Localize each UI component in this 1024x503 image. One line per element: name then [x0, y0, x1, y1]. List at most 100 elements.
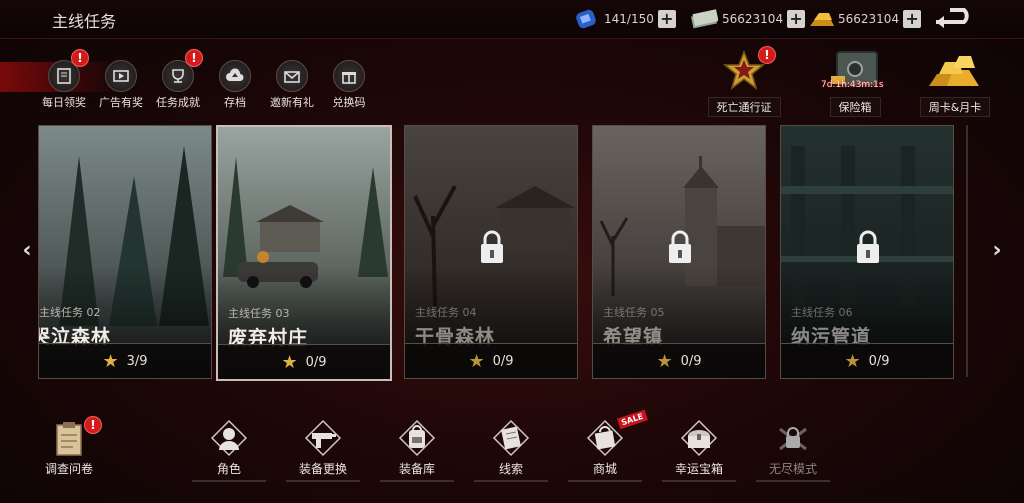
lucky-chest-icon	[680, 419, 718, 457]
video-ad-icon	[113, 70, 129, 82]
card-pack-button[interactable]: 周卡&月卡	[915, 48, 995, 117]
survey-clipboard-icon	[56, 422, 82, 456]
energy-counter: 141/150 +	[574, 6, 676, 32]
energy-can-icon	[576, 9, 596, 29]
endless-mode-button[interactable]: 无尽模式	[748, 418, 838, 482]
alert-badge: !	[758, 46, 776, 64]
mission-number: 主线任务 05	[603, 306, 665, 319]
add-cash-button[interactable]: +	[787, 10, 806, 28]
star-count: 0/9	[305, 354, 327, 370]
achievements-label: 任务成就	[156, 96, 200, 109]
shop-button[interactable]: SALE 商城	[560, 409, 650, 482]
alert-badge: !	[84, 416, 102, 434]
daily-reward-icon	[57, 68, 71, 84]
cloud-save-button[interactable]: 存档	[205, 60, 265, 110]
star-icon: ★	[844, 350, 861, 372]
add-energy-button[interactable]: +	[657, 10, 676, 28]
survey-label: 调查问卷	[44, 462, 93, 476]
lucky-chest-label: 幸运宝箱	[674, 462, 723, 476]
armory-button[interactable]: 装备库	[372, 418, 462, 482]
lock-icon	[481, 230, 503, 263]
equipment-swap-button[interactable]: 装备更换	[278, 418, 368, 482]
cash-stack-icon	[691, 9, 718, 29]
character-label: 角色	[216, 462, 241, 476]
lock-icon	[669, 230, 691, 263]
backpack-icon	[398, 419, 436, 457]
death-pass-button[interactable]: ! 死亡通行证	[704, 46, 784, 117]
redeem-code-button[interactable]: 兑换码	[319, 60, 379, 110]
achievements-button[interactable]: ! 任务成就	[148, 49, 208, 110]
gold-bars-icon	[810, 13, 834, 26]
character-icon	[210, 419, 248, 457]
star-progress: ★ 3/9	[39, 343, 211, 378]
gift-code-icon	[342, 72, 356, 84]
star-icon: ★	[102, 350, 119, 372]
star-icon: ★	[656, 350, 673, 372]
cash-value: 56623104	[722, 12, 784, 26]
video-ad-label: 广告有奖	[99, 96, 143, 109]
survey-button[interactable]: ! 调查问卷	[24, 416, 114, 477]
weapon-swap-icon	[304, 419, 342, 457]
shop-label: 商城	[592, 462, 617, 476]
next-page-arrow[interactable]: ›	[988, 238, 1006, 264]
daily-reward-label: 每日领奖	[42, 96, 86, 109]
mission-card-04[interactable]: 主线任务 04 干骨森林 ★ 0/9	[404, 125, 578, 379]
star-count: 3/9	[126, 353, 148, 369]
daily-reward-button[interactable]: ! 每日领奖	[34, 49, 94, 110]
star-icon: ★	[468, 350, 485, 372]
page-title: 主线任务	[52, 12, 117, 31]
locked-crossed-guns-icon	[779, 427, 807, 451]
redeem-code-label: 兑换码	[332, 96, 366, 109]
death-pass-label: 死亡通行证	[707, 97, 781, 117]
back-button[interactable]	[930, 6, 976, 30]
star-progress: ★ 0/9	[218, 344, 390, 379]
lock-icon	[857, 230, 879, 263]
safe-box-label: 保险箱	[829, 97, 881, 117]
endless-mode-label: 无尽模式	[768, 462, 817, 476]
mission-card-06[interactable]: 主线任务 06 纳污管道 ★ 0/9	[780, 125, 954, 379]
star-progress: ★ 0/9	[405, 343, 577, 378]
invite-label: 邀新有礼	[270, 96, 314, 109]
video-ad-button[interactable]: 广告有奖	[91, 60, 151, 110]
mission-number: 主线任务 02	[39, 306, 101, 319]
trophy-icon	[172, 69, 184, 83]
mission-card-05[interactable]: 主线任务 05 希望镇 ★ 0/9	[592, 125, 766, 379]
star-count: 0/9	[868, 353, 890, 369]
character-button[interactable]: 角色	[184, 418, 274, 482]
gold-pile-icon	[929, 56, 979, 86]
mission-number: 主线任务 06	[791, 306, 853, 319]
invite-envelope-icon	[284, 71, 300, 83]
add-gold-button[interactable]: +	[903, 10, 922, 28]
cash-counter: 56623104 +	[690, 6, 806, 32]
gold-value: 56623104	[838, 12, 900, 26]
card-pack-label: 周卡&月卡	[919, 97, 991, 117]
invite-button[interactable]: 邀新有礼	[262, 60, 322, 110]
star-icon: ★	[281, 351, 298, 373]
equipment-swap-label: 装备更换	[298, 462, 347, 476]
star-count: 0/9	[680, 353, 702, 369]
mission-number: 主线任务 04	[415, 306, 477, 319]
cloud-save-label: 存档	[224, 96, 246, 109]
alert-badge: !	[185, 49, 203, 67]
return-arrow-icon	[936, 8, 969, 28]
star-count: 0/9	[492, 353, 514, 369]
mission-card-02[interactable]: 主线任务 02 哭泣森林 ★ 3/9	[38, 125, 212, 379]
mission-card-03[interactable]: 主线任务 03 废弃村庄 ★ 0/9	[216, 125, 392, 381]
lucky-chest-button[interactable]: 幸运宝箱	[654, 418, 744, 482]
star-progress: ★ 0/9	[781, 343, 953, 378]
star-progress: ★ 0/9	[593, 343, 765, 378]
armory-label: 装备库	[398, 462, 435, 476]
mission-number: 主线任务 03	[228, 307, 290, 320]
notebook-icon	[492, 419, 530, 457]
gold-counter: 56623104 +	[808, 6, 922, 32]
clues-button[interactable]: 线索	[466, 418, 556, 482]
previous-page-arrow[interactable]: ‹	[18, 238, 36, 264]
safe-timer: 7d:1h:43m:1s	[821, 80, 884, 90]
alert-badge: !	[71, 49, 89, 67]
clues-label: 线索	[498, 462, 523, 476]
sale-tag: SALE	[616, 409, 648, 430]
energy-value: 141/150	[604, 12, 654, 26]
cloud-save-icon	[226, 68, 244, 81]
next-card-edge	[966, 125, 968, 377]
safe-box-button[interactable]: 7d:1h:43m:1s 保险箱	[815, 48, 895, 117]
